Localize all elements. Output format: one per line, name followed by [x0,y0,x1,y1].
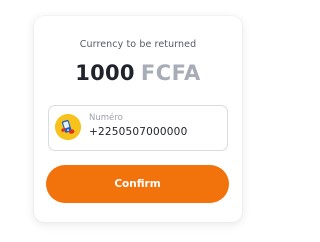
caption-text: Currency to be returned [79,39,197,50]
phone-number-field[interactable]: Numéro +2250507000000 [48,105,228,151]
phone-field-label: Numéro [89,113,123,123]
confirm-button[interactable]: Confirm [46,165,229,203]
mtn-operator-logo-icon [55,114,81,140]
currency-return-card: Currency to be returned 1000 FCFA Numéro … [34,16,242,222]
amount-display: 1000 FCFA [34,60,242,86]
amount-value: 1000 [75,61,135,85]
currency-code: FCFA [140,61,201,85]
phone-number-value[interactable]: +2250507000000 [89,126,187,138]
